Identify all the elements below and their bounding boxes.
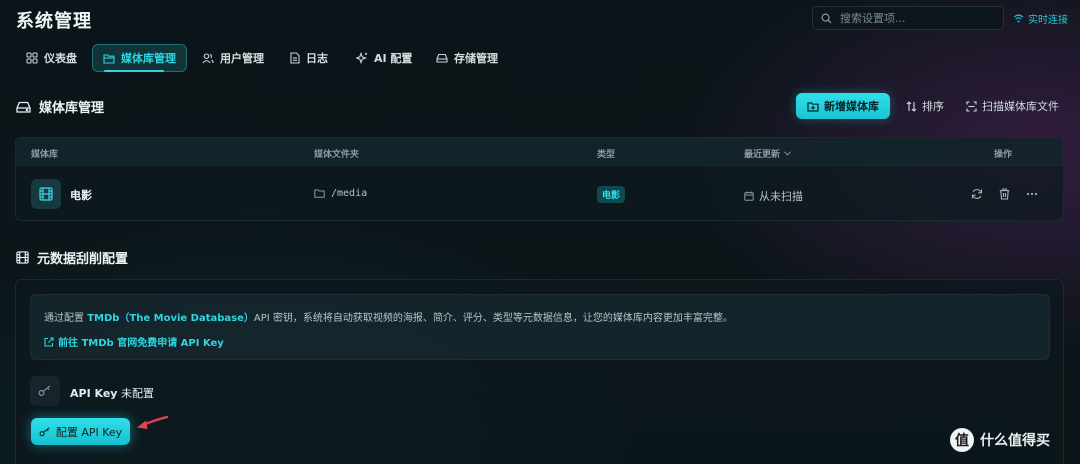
wifi-icon	[1013, 14, 1024, 23]
watermark-text: 什么值得买	[980, 433, 1050, 449]
info-prefix: 通过配置	[44, 313, 88, 324]
tab-label: 日志	[306, 52, 328, 65]
trash-icon[interactable]	[999, 188, 1010, 200]
grid-icon	[26, 52, 38, 64]
scan-icon	[966, 100, 977, 112]
drive-icon	[436, 53, 448, 63]
configure-api-key-label: 配置 API Key	[55, 425, 123, 439]
drive-icon	[16, 101, 31, 113]
add-library-label: 新增媒体库	[824, 100, 879, 113]
sort-icon	[906, 100, 917, 112]
page-title: 系统管理	[16, 11, 92, 32]
more-icon[interactable]	[1026, 192, 1038, 196]
tmdb-info-text: 通过配置 TMDb（The Movie Database）API 密钥，系统将自…	[44, 309, 733, 324]
sort-button[interactable]: 排序	[898, 93, 952, 119]
key-icon	[30, 376, 60, 406]
info-highlight: TMDb（The Movie Database）	[87, 313, 254, 324]
sparkle-icon	[356, 52, 368, 64]
tab-label: AI 配置	[374, 52, 413, 65]
search-box[interactable]	[812, 6, 1004, 30]
refresh-icon[interactable]	[971, 188, 983, 200]
info-suffix: API 密钥，系统将自动获取视频的海报、简介、评分、类型等元数据信息，让您的媒体…	[253, 313, 733, 324]
file-icon	[290, 52, 300, 64]
column-header-updated-label: 最近更新	[744, 150, 781, 160]
tmdb-apply-link[interactable]: 前往 TMDb 官网免费申请 API Key	[44, 334, 224, 349]
library-name: 电影	[70, 189, 92, 202]
section-title-text: 媒体库管理	[39, 101, 105, 116]
last-updated-value: 从未扫描	[759, 190, 803, 203]
section-title-text: 元数据刮削配置	[37, 252, 129, 267]
live-connection-status: 实时连接	[1013, 11, 1068, 26]
tab-label: 媒体库管理	[121, 52, 176, 65]
metadata-section-title: 元数据刮削配置	[16, 248, 128, 267]
tmdb-apply-link-label: 前往 TMDb 官网免费申请 API Key	[58, 338, 224, 349]
tab-logs[interactable]: 日志	[280, 44, 338, 72]
tab-label: 存储管理	[454, 52, 498, 65]
scan-label: 扫描媒体库文件	[982, 100, 1059, 113]
library-folder-path: /media	[331, 188, 368, 199]
column-header-library: 媒体库	[31, 150, 59, 160]
tab-storage[interactable]: 存储管理	[426, 44, 508, 72]
column-header-type: 类型	[597, 150, 616, 160]
library-table: 媒体库 媒体文件夹 类型 最近更新 操作 电影 /media 电影 从未扫描	[15, 137, 1064, 221]
tmdb-info-box	[30, 294, 1050, 360]
film-icon	[16, 251, 29, 264]
scan-library-button[interactable]: 扫描媒体库文件	[958, 93, 1067, 119]
search-icon	[821, 13, 832, 24]
active-tab-indicator	[104, 70, 164, 72]
api-key-state: 未配置	[120, 387, 154, 400]
configure-api-key-button[interactable]: 配置 API Key	[31, 418, 130, 445]
column-header-folder: 媒体文件夹	[314, 150, 360, 160]
tab-dashboard[interactable]: 仪表盘	[16, 44, 87, 72]
tab-label: 用户管理	[220, 52, 264, 65]
live-connection-label: 实时连接	[1028, 15, 1068, 26]
search-input[interactable]	[840, 11, 990, 25]
tab-users[interactable]: 用户管理	[192, 44, 274, 72]
last-updated: 从未扫描	[744, 188, 803, 204]
chevron-down-icon	[784, 151, 791, 156]
library-folder: /media	[314, 188, 367, 199]
external-link-icon	[44, 336, 54, 347]
column-header-actions: 操作	[994, 150, 1013, 160]
film-icon	[31, 179, 61, 209]
table-header: 媒体库 媒体文件夹 类型 最近更新 操作	[16, 138, 1063, 166]
add-library-button[interactable]: 新增媒体库	[796, 93, 890, 119]
tab-media-library[interactable]: 媒体库管理	[92, 44, 187, 72]
type-badge: 电影	[597, 186, 626, 203]
tab-ai-config[interactable]: AI 配置	[346, 44, 422, 72]
users-icon	[202, 52, 214, 64]
folder-icon	[314, 189, 325, 198]
watermark: 值 什么值得买	[950, 428, 1050, 452]
library-section-title: 媒体库管理	[16, 97, 104, 116]
tab-label: 仪表盘	[44, 52, 77, 65]
column-header-updated[interactable]: 最近更新	[744, 147, 791, 160]
watermark-logo-icon: 值	[950, 428, 974, 452]
calendar-icon	[744, 191, 754, 201]
api-key-status: API Key 未配置	[70, 385, 154, 401]
folder-icon	[103, 53, 115, 64]
sort-label: 排序	[922, 100, 944, 113]
folder-plus-icon	[807, 101, 819, 112]
key-icon	[39, 426, 51, 437]
arrow-annotation-icon	[135, 414, 169, 434]
api-key-label: API Key	[70, 387, 118, 400]
